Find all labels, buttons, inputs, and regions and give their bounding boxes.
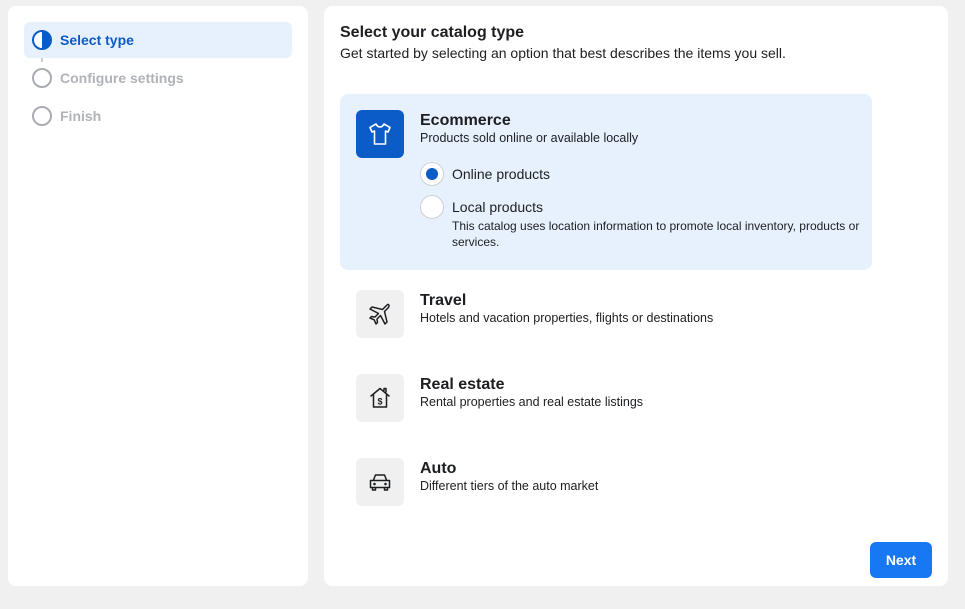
option-title: Travel bbox=[420, 292, 467, 309]
next-button[interactable]: Next bbox=[870, 542, 932, 578]
option-description: Hotels and vacation properties, flights … bbox=[420, 311, 714, 325]
half-circle-progress-icon bbox=[32, 30, 52, 50]
step-label: Select type bbox=[60, 32, 134, 48]
option-travel[interactable]: Travel Hotels and vacation properties, f… bbox=[340, 274, 872, 354]
step-finish[interactable]: Finish bbox=[24, 98, 292, 134]
step-label: Finish bbox=[60, 108, 102, 124]
empty-circle-icon bbox=[32, 68, 52, 88]
option-real-estate[interactable]: $ Real estate Rental properties and real… bbox=[340, 358, 872, 438]
catalog-type-panel: Select your catalog type Get started by … bbox=[324, 6, 948, 586]
option-description: Products sold online or available locall… bbox=[420, 131, 639, 145]
radio-button[interactable] bbox=[420, 195, 444, 219]
radio-local-products[interactable]: Local products This catalog uses locatio… bbox=[420, 195, 862, 250]
step-label: Configure settings bbox=[60, 70, 184, 86]
svg-text:$: $ bbox=[377, 397, 382, 407]
step-configure-settings[interactable]: Configure settings bbox=[24, 60, 292, 96]
option-title: Auto bbox=[420, 460, 457, 477]
radio-online-products[interactable]: Online products bbox=[420, 162, 550, 186]
radio-label: Online products bbox=[452, 166, 551, 182]
tshirt-icon bbox=[356, 110, 404, 158]
step-select-type[interactable]: Select type bbox=[24, 22, 292, 58]
option-auto[interactable]: Auto Different tiers of the auto market bbox=[340, 442, 872, 522]
stepper-panel: Select type Configure settings Finish bbox=[8, 6, 308, 586]
radio-description: This catalog uses location information t… bbox=[452, 219, 860, 249]
empty-circle-icon bbox=[32, 106, 52, 126]
option-description: Different tiers of the auto market bbox=[420, 479, 599, 493]
option-description: Rental properties and real estate listin… bbox=[420, 395, 644, 409]
radio-label: Local products bbox=[452, 199, 544, 215]
option-title: Ecommerce bbox=[420, 112, 511, 129]
radio-button[interactable] bbox=[420, 162, 444, 186]
option-title: Real estate bbox=[420, 376, 505, 393]
page-subtitle: Get started by selecting an option that … bbox=[340, 45, 786, 61]
airplane-icon bbox=[356, 290, 404, 338]
house-dollar-icon: $ bbox=[356, 374, 404, 422]
car-icon bbox=[356, 458, 404, 506]
page-title: Select your catalog type bbox=[340, 24, 525, 41]
option-ecommerce[interactable]: Ecommerce Products sold online or availa… bbox=[340, 94, 872, 270]
